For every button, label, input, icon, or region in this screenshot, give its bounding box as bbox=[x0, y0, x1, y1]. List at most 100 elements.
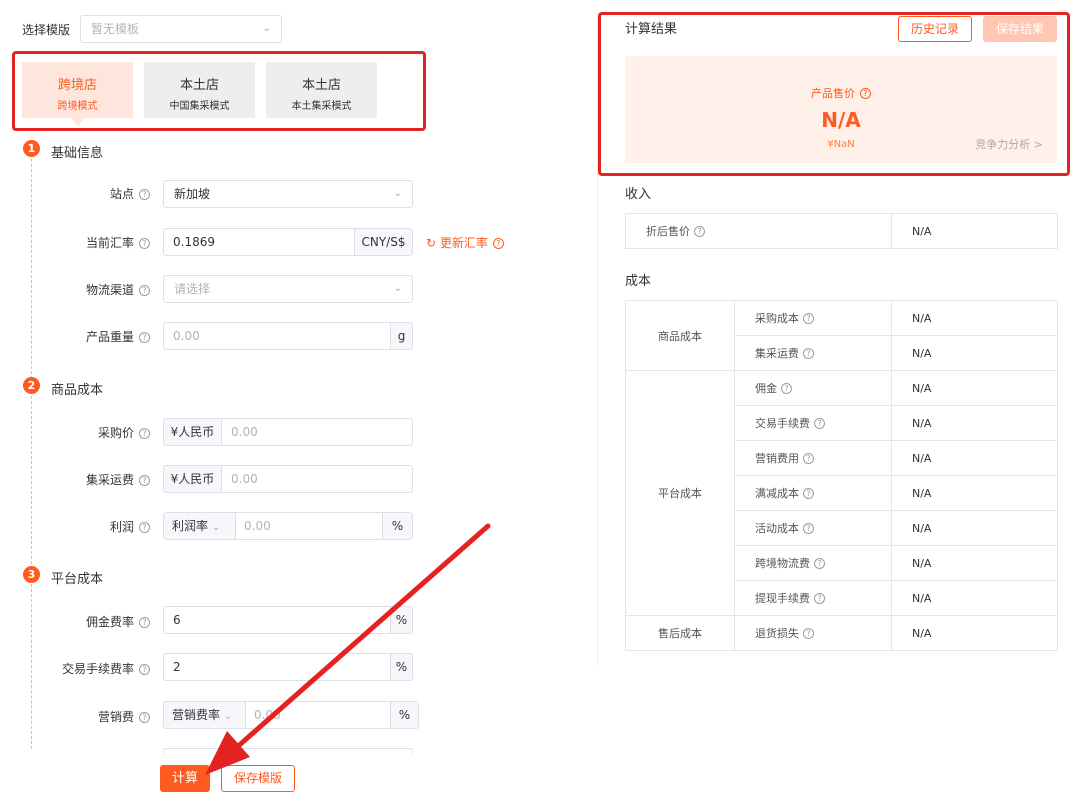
cost-item: 退货损失? bbox=[734, 615, 892, 651]
help-icon[interactable]: ? bbox=[803, 453, 814, 464]
help-icon[interactable]: ? bbox=[803, 488, 814, 499]
cost-item: 活动成本? bbox=[734, 510, 892, 546]
cost-item: 佣金? bbox=[734, 370, 892, 406]
mode-title: 本土店 bbox=[301, 78, 341, 93]
freight-input[interactable]: ¥人民币 0.00 bbox=[163, 465, 413, 493]
help-icon[interactable]: ? bbox=[492, 238, 504, 249]
weight-label: 产品重量? bbox=[0, 328, 150, 345]
help-icon[interactable]: ? bbox=[139, 475, 150, 486]
chevron-down-icon: ⌄ bbox=[393, 188, 402, 199]
fee-input[interactable]: 2 % bbox=[163, 653, 413, 681]
income-item: 折后售价? bbox=[625, 213, 892, 249]
help-icon[interactable]: ? bbox=[803, 313, 814, 324]
help-icon[interactable]: ? bbox=[139, 285, 150, 296]
logistics-placeholder: 请选择 bbox=[174, 282, 211, 296]
help-icon[interactable]: ? bbox=[803, 628, 814, 639]
cost-value: N/A bbox=[891, 545, 1058, 581]
profit-unit: % bbox=[382, 513, 412, 539]
help-icon[interactable]: ? bbox=[139, 617, 150, 628]
help-icon[interactable]: ? bbox=[860, 88, 871, 99]
help-icon[interactable]: ? bbox=[814, 593, 825, 604]
commission-input[interactable]: 6 % bbox=[163, 606, 413, 634]
save-template-button[interactable]: 保存模版 bbox=[221, 765, 295, 792]
mode-title: 本土店 bbox=[179, 78, 219, 93]
table-row: 折后售价? N/A bbox=[625, 213, 1058, 249]
refresh-rate-link[interactable]: ↻ 更新汇率? bbox=[426, 234, 504, 251]
site-select[interactable]: 新加坡 ⌄ bbox=[163, 180, 413, 208]
site-label: 站点? bbox=[0, 185, 150, 202]
mode-card-local[interactable]: 本土店 本土集采模式 bbox=[266, 62, 377, 118]
price-value: N/A bbox=[821, 108, 861, 132]
logistics-label: 物流渠道? bbox=[0, 281, 150, 298]
help-icon[interactable]: ? bbox=[139, 332, 150, 343]
purchase-input[interactable]: ¥人民币 0.00 bbox=[163, 418, 413, 446]
freight-label: 集采运费? bbox=[0, 471, 150, 488]
cost-value: N/A bbox=[891, 475, 1058, 511]
cost-item: 满减成本? bbox=[734, 475, 892, 511]
table-row: 商品成本 采购成本? N/A bbox=[625, 300, 1058, 371]
help-icon[interactable]: ? bbox=[814, 558, 825, 569]
profit-input[interactable]: 利润率 ⌄ 0.00 % bbox=[163, 512, 413, 540]
help-icon[interactable]: ? bbox=[814, 418, 825, 429]
chevron-down-icon: ⌄ bbox=[262, 23, 271, 34]
table-row: 平台成本 佣金? N/A bbox=[625, 370, 1058, 616]
help-icon[interactable]: ? bbox=[803, 348, 814, 359]
mode-title: 跨境店 bbox=[57, 78, 97, 93]
help-icon[interactable]: ? bbox=[139, 189, 150, 200]
template-label: 选择模版 bbox=[22, 23, 71, 37]
profit-label: 利润? bbox=[0, 518, 150, 535]
cost-item: 提现手续费? bbox=[734, 580, 892, 616]
marketing-unit: % bbox=[390, 702, 418, 728]
weight-input[interactable]: 0.00 g bbox=[163, 322, 413, 350]
price-label: 产品售价? bbox=[625, 85, 1057, 101]
template-select[interactable]: 暂无模板 ⌄ bbox=[80, 15, 282, 43]
cost-item: 营销费用? bbox=[734, 440, 892, 476]
mode-card-local-cn[interactable]: 本土店 中国集采模式 bbox=[144, 62, 255, 118]
marketing-mode-select[interactable]: 营销费率 ⌄ bbox=[164, 702, 246, 728]
competitiveness-link[interactable]: 竞争力分析 > bbox=[975, 136, 1043, 152]
purchase-placeholder: 0.00 bbox=[231, 425, 258, 439]
price-result-card: 产品售价? N/A ¥NaN 竞争力分析 > bbox=[625, 56, 1057, 163]
cost-value: N/A bbox=[891, 510, 1058, 546]
help-icon[interactable]: ? bbox=[803, 523, 814, 534]
marketing-label: 营销费? bbox=[0, 708, 150, 725]
help-icon[interactable]: ? bbox=[139, 238, 150, 249]
cost-value: N/A bbox=[891, 300, 1058, 336]
save-result-button[interactable]: 保存结果 bbox=[983, 16, 1057, 42]
currency-prefix: ¥人民币 bbox=[164, 466, 222, 492]
cost-value: N/A bbox=[891, 440, 1058, 476]
mode-card-cross-border[interactable]: 跨境店 跨境模式 bbox=[22, 62, 133, 126]
history-button[interactable]: 历史记录 bbox=[898, 16, 972, 42]
cost-value: N/A bbox=[891, 370, 1058, 406]
mode-sub: 跨境模式 bbox=[57, 101, 98, 112]
cost-value: N/A bbox=[891, 580, 1058, 616]
cost-value: N/A bbox=[891, 405, 1058, 441]
logistics-select[interactable]: 请选择 ⌄ bbox=[163, 275, 413, 303]
chevron-down-icon: ⌄ bbox=[393, 283, 402, 294]
marketing-input[interactable]: 营销费率 ⌄ 0.00 % bbox=[163, 701, 419, 729]
help-icon[interactable]: ? bbox=[694, 226, 705, 237]
profit-mode-select[interactable]: 利润率 ⌄ bbox=[164, 513, 236, 539]
help-icon[interactable]: ? bbox=[139, 428, 150, 439]
commission-value: 6 bbox=[173, 613, 181, 627]
profit-placeholder: 0.00 bbox=[244, 519, 271, 533]
rate-label: 当前汇率? bbox=[0, 234, 150, 251]
help-icon[interactable]: ? bbox=[781, 383, 792, 394]
cost-item: 集采运费? bbox=[734, 335, 892, 371]
purchase-label: 采购价? bbox=[0, 424, 150, 441]
rate-unit: CNY/S$ bbox=[354, 229, 412, 255]
income-title: 收入 bbox=[625, 187, 652, 202]
calculate-button[interactable]: 计算 bbox=[160, 765, 210, 792]
rate-input[interactable]: 0.1869 CNY/S$ bbox=[163, 228, 413, 256]
cost-value: N/A bbox=[891, 615, 1058, 651]
cost-group-name: 平台成本 bbox=[625, 370, 735, 616]
help-icon[interactable]: ? bbox=[139, 522, 150, 533]
help-icon[interactable]: ? bbox=[139, 712, 150, 723]
fee-value: 2 bbox=[173, 660, 181, 674]
cost-group-name: 商品成本 bbox=[625, 300, 735, 371]
currency-prefix: ¥人民币 bbox=[164, 419, 222, 445]
mode-sub: 本土集采模式 bbox=[291, 101, 352, 112]
help-icon[interactable]: ? bbox=[139, 664, 150, 675]
table-row: 售后成本 退货损失? N/A bbox=[625, 615, 1058, 651]
refresh-icon: ↻ bbox=[426, 236, 437, 250]
